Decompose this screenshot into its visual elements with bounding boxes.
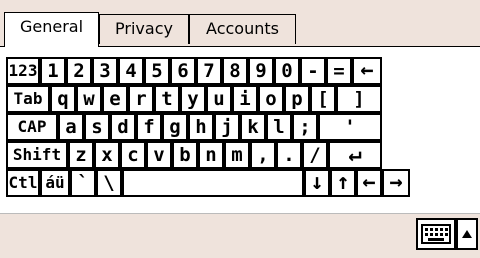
up-arrow-icon: ↑ — [336, 170, 350, 195]
key-caps[interactable]: CAP — [6, 113, 58, 141]
key-y[interactable]: y — [180, 85, 206, 113]
enter-icon: ↵ — [348, 142, 362, 167]
key-q[interactable]: q — [50, 85, 76, 113]
tab-privacy[interactable]: Privacy — [99, 14, 189, 44]
tab-accounts[interactable]: Accounts — [189, 14, 296, 44]
key-d[interactable]: d — [110, 113, 136, 141]
key-s[interactable]: s — [84, 113, 110, 141]
backspace-icon: ← — [360, 58, 374, 83]
key-r[interactable]: r — [128, 85, 154, 113]
key-3[interactable]: 3 — [92, 57, 118, 85]
key-right-arrow[interactable]: → — [382, 169, 410, 197]
key-j[interactable]: j — [214, 113, 240, 141]
key-international[interactable]: áü — [40, 169, 70, 197]
key-k[interactable]: k — [240, 113, 266, 141]
enter-key[interactable]: ↵ — [328, 141, 382, 169]
key-9[interactable]: 9 — [248, 57, 274, 85]
key-period[interactable]: . — [276, 141, 302, 169]
input-method-button[interactable] — [416, 218, 456, 250]
key-apostrophe[interactable]: ' — [318, 113, 382, 141]
key-tab[interactable]: Tab — [6, 85, 50, 113]
down-arrow-icon: ↓ — [310, 170, 324, 195]
left-arrow-icon: ← — [362, 170, 376, 195]
key-m[interactable]: m — [224, 141, 250, 169]
tab-bar: General Privacy Accounts — [0, 0, 480, 47]
key-i[interactable]: i — [232, 85, 258, 113]
key-space[interactable] — [122, 169, 304, 197]
key-x[interactable]: x — [94, 141, 120, 169]
key-n[interactable]: n — [198, 141, 224, 169]
soft-keyboard: 123 1 2 3 4 5 6 7 8 9 0 - = ← Tab q w e … — [0, 46, 480, 214]
key-slash[interactable]: / — [302, 141, 328, 169]
key-e[interactable]: e — [102, 85, 128, 113]
key-u[interactable]: u — [206, 85, 232, 113]
input-menu-button[interactable] — [456, 218, 478, 250]
key-down-arrow[interactable]: ↓ — [304, 169, 330, 197]
key-g[interactable]: g — [162, 113, 188, 141]
key-5[interactable]: 5 — [144, 57, 170, 85]
key-right-bracket[interactable]: ] — [336, 85, 382, 113]
up-arrow-icon — [462, 230, 472, 238]
key-2[interactable]: 2 — [66, 57, 92, 85]
key-l[interactable]: l — [266, 113, 292, 141]
backspace-key[interactable]: ← — [352, 57, 382, 85]
key-0[interactable]: 0 — [274, 57, 300, 85]
key-left-bracket[interactable]: [ — [310, 85, 336, 113]
key-t[interactable]: t — [154, 85, 180, 113]
key-o[interactable]: o — [258, 85, 284, 113]
key-comma[interactable]: , — [250, 141, 276, 169]
key-c[interactable]: c — [120, 141, 146, 169]
key-b[interactable]: b — [172, 141, 198, 169]
key-6[interactable]: 6 — [170, 57, 196, 85]
key-8[interactable]: 8 — [222, 57, 248, 85]
key-a[interactable]: a — [58, 113, 84, 141]
key-z[interactable]: z — [68, 141, 94, 169]
key-1[interactable]: 1 — [40, 57, 66, 85]
key-h[interactable]: h — [188, 113, 214, 141]
tab-general[interactable]: General — [4, 12, 99, 47]
key-w[interactable]: w — [76, 85, 102, 113]
key-backslash[interactable]: \ — [96, 169, 122, 197]
key-v[interactable]: v — [146, 141, 172, 169]
key-semicolon[interactable]: ; — [292, 113, 318, 141]
keyboard-icon — [421, 224, 451, 244]
key-minus[interactable]: - — [300, 57, 326, 85]
input-panel-bar — [0, 213, 480, 258]
key-4[interactable]: 4 — [118, 57, 144, 85]
key-shift[interactable]: Shift — [6, 141, 68, 169]
right-arrow-icon: → — [389, 170, 403, 195]
key-f[interactable]: f — [136, 113, 162, 141]
key-backtick[interactable]: ` — [70, 169, 96, 197]
key-p[interactable]: p — [284, 85, 310, 113]
key-ctrl[interactable]: Ctl — [6, 169, 40, 197]
key-equals[interactable]: = — [326, 57, 352, 85]
key-left-arrow[interactable]: ← — [356, 169, 382, 197]
key-123[interactable]: 123 — [6, 57, 40, 85]
key-up-arrow[interactable]: ↑ — [330, 169, 356, 197]
key-7[interactable]: 7 — [196, 57, 222, 85]
